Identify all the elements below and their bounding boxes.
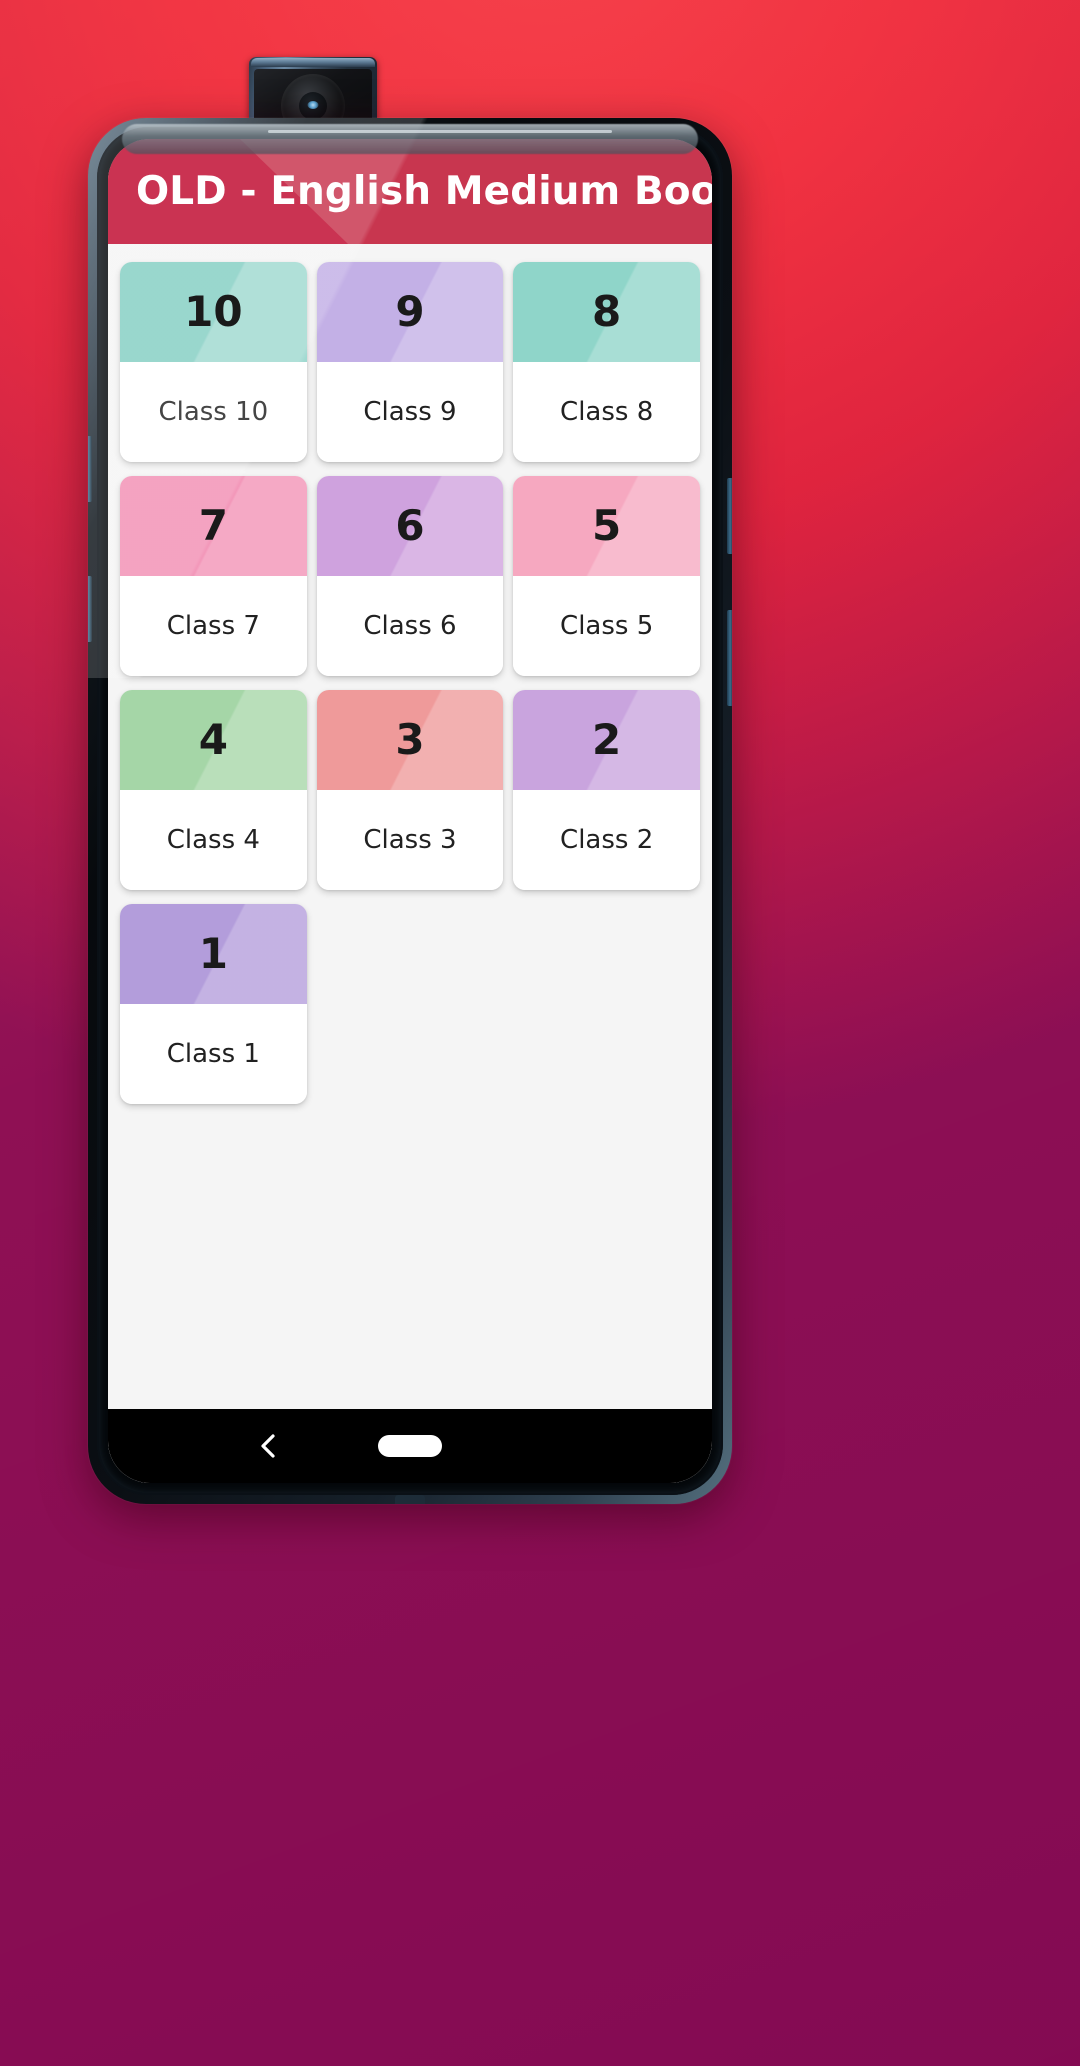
camera-lens-glint — [307, 101, 319, 110]
side-button-left-upper[interactable] — [88, 436, 92, 502]
speaker-notch — [395, 1495, 425, 1504]
class-card-number: 7 — [198, 501, 228, 550]
class-card-color-block: 9 — [316, 262, 504, 362]
class-card-label: Class 2 — [513, 790, 700, 890]
class-card-label: Class 4 — [120, 790, 307, 890]
class-card-number: 3 — [395, 715, 425, 764]
class-card[interactable]: 9 Class 9 — [316, 262, 504, 462]
class-card[interactable]: 10 Class 10 — [120, 262, 307, 462]
page-title: OLD - English Medium Book — [136, 169, 712, 214]
class-card-number: 8 — [592, 287, 622, 336]
class-card-number: 4 — [198, 715, 228, 764]
volume-button[interactable] — [727, 478, 732, 554]
class-card-number: 10 — [184, 287, 243, 336]
class-card[interactable]: 8 Class 8 — [513, 262, 700, 462]
phone-screen: OLD - English Medium Book 10 Class 10 9 Cla… — [108, 139, 712, 1483]
class-card-color-block: 7 — [120, 476, 307, 576]
class-card-label: Class 1 — [120, 1004, 307, 1104]
class-card-color-block: 8 — [513, 262, 700, 362]
class-card[interactable]: 4 Class 4 — [120, 690, 307, 890]
class-card-label: Class 7 — [120, 576, 307, 676]
class-card-color-block: 3 — [316, 690, 504, 790]
camera-top-bevel — [251, 58, 375, 67]
class-card-color-block: 1 — [120, 904, 307, 1004]
class-card[interactable]: 2 Class 2 — [513, 690, 700, 890]
class-card[interactable]: 6 Class 6 — [316, 476, 504, 676]
class-card-number: 1 — [198, 929, 228, 978]
class-card-number: 6 — [395, 501, 425, 550]
power-button[interactable] — [727, 610, 732, 706]
class-card-label: Class 5 — [513, 576, 700, 676]
class-card-number: 2 — [592, 715, 622, 764]
class-card-color-block: 10 — [120, 262, 307, 362]
side-button-left-lower[interactable] — [88, 576, 92, 642]
app-bar: OLD - English Medium Book — [108, 139, 712, 244]
class-card[interactable]: 5 Class 5 — [513, 476, 700, 676]
class-card-number: 5 — [592, 501, 622, 550]
class-card-color-block: 2 — [513, 690, 700, 790]
class-grid: 10 Class 10 9 Class 9 8 Class 8 7 Class 7 6 Class… — [108, 244, 712, 1483]
class-card-label: Class 3 — [316, 790, 504, 890]
home-pill-icon[interactable] — [378, 1435, 442, 1457]
class-card[interactable]: 1 Class 1 — [120, 904, 307, 1104]
class-card[interactable]: 7 Class 7 — [120, 476, 307, 676]
class-card-label: Class 9 — [316, 362, 504, 462]
class-card-color-block: 5 — [513, 476, 700, 576]
phone-device: OLD - English Medium Book 10 Class 10 9 Cla… — [88, 118, 732, 1504]
class-card-number: 9 — [395, 287, 425, 336]
class-card-color-block: 6 — [316, 476, 504, 576]
class-card-label: Class 6 — [316, 576, 504, 676]
class-card-label: Class 10 — [120, 362, 307, 462]
chevron-left-icon[interactable] — [252, 1429, 286, 1463]
class-card-label: Class 8 — [513, 362, 700, 462]
class-card-color-block: 4 — [120, 690, 307, 790]
class-card[interactable]: 3 Class 3 — [316, 690, 504, 890]
android-nav-bar — [108, 1409, 712, 1483]
